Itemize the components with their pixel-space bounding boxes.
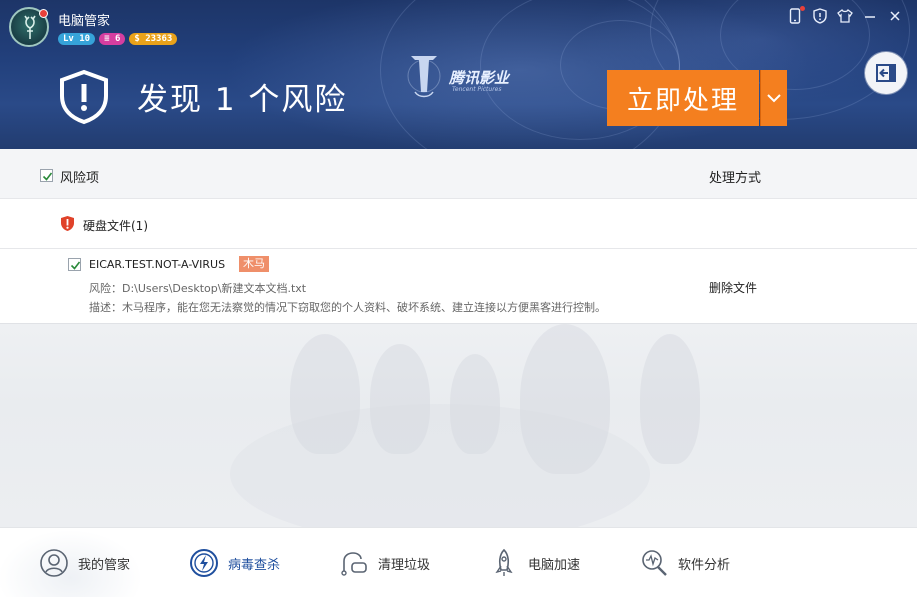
handling-method-value[interactable]: 删除文件 xyxy=(709,279,757,296)
nav-label: 病毒查杀 xyxy=(228,554,280,573)
rocket-icon xyxy=(488,547,520,579)
tencent-pictures-logo-icon xyxy=(401,52,447,102)
risk-file-path: 风险：D:\Users\Desktop\新建文本文档.txt xyxy=(89,280,306,296)
process-now-button[interactable]: 立即处理 xyxy=(607,70,759,126)
brand-subtitle: Tencent Pictures xyxy=(452,86,502,93)
phone-icon[interactable] xyxy=(787,8,803,24)
sidebar-toggle-button[interactable] xyxy=(865,52,907,94)
background-artwork xyxy=(0,324,917,527)
magnifier-icon xyxy=(638,547,670,579)
coin-badge[interactable]: $ 23363 xyxy=(129,33,177,45)
nav-virus-scan[interactable]: 病毒查杀 xyxy=(188,528,280,597)
select-all-checkbox[interactable] xyxy=(40,169,53,182)
chevron-down-icon xyxy=(767,93,781,103)
process-options-dropdown[interactable] xyxy=(760,70,787,126)
user-badges: Lv 10 ≡ 6 $ 23363 xyxy=(58,33,177,45)
shirt-icon[interactable] xyxy=(837,8,853,24)
virus-scan-icon xyxy=(188,547,220,579)
sidebar-collapse-icon xyxy=(876,64,896,82)
window-controls xyxy=(787,8,903,24)
nav-label: 软件分析 xyxy=(678,554,730,573)
nav-clean-junk[interactable]: 清理垃圾 xyxy=(338,528,430,597)
risk-headline: 发现 1 个风险 xyxy=(137,74,347,119)
shield-small-icon[interactable] xyxy=(812,8,828,24)
level-badge[interactable]: Lv 10 xyxy=(58,33,95,45)
threat-name: EICAR.TEST.NOT-A-VIRUS xyxy=(89,258,225,271)
group-label: 硬盘文件(1) xyxy=(83,217,148,234)
watermark-overlay xyxy=(781,548,909,576)
close-icon[interactable] xyxy=(887,8,903,24)
risk-shield-icon xyxy=(60,215,75,232)
nav-label: 电脑加速 xyxy=(528,554,580,573)
item-checkbox[interactable] xyxy=(68,258,81,271)
minimize-icon[interactable] xyxy=(862,8,878,24)
bottom-navigation: 我的管家 病毒查杀 清理垃圾 电脑加速 软件分析 xyxy=(0,527,917,597)
risk-description: 描述：木马程序，能在您无法察觉的情况下窃取您的个人资料、破坏系统、建立连接以方便… xyxy=(89,299,606,315)
threat-type-badge: 木马 xyxy=(239,256,269,272)
notification-dot xyxy=(39,9,48,18)
app-title: 电脑管家 xyxy=(58,10,110,29)
brand-name: 腾讯影业 xyxy=(449,67,509,88)
column-risk-item: 风险项 xyxy=(60,167,99,186)
warning-shield-icon xyxy=(58,69,110,125)
nav-label: 清理垃圾 xyxy=(378,554,430,573)
column-handling-method: 处理方式 xyxy=(709,167,761,186)
nav-label: 我的管家 xyxy=(78,554,130,573)
list-header: 风险项 处理方式 xyxy=(0,149,917,199)
vip-badge[interactable]: ≡ 6 xyxy=(99,33,125,45)
vacuum-icon xyxy=(338,547,370,579)
nav-my-butler[interactable]: 我的管家 xyxy=(38,528,130,597)
nav-software-analysis[interactable]: 软件分析 xyxy=(638,528,730,597)
butler-icon xyxy=(38,547,70,579)
nav-speed-up[interactable]: 电脑加速 xyxy=(488,528,580,597)
deer-icon xyxy=(18,15,42,41)
phone-alert-dot xyxy=(800,6,805,11)
